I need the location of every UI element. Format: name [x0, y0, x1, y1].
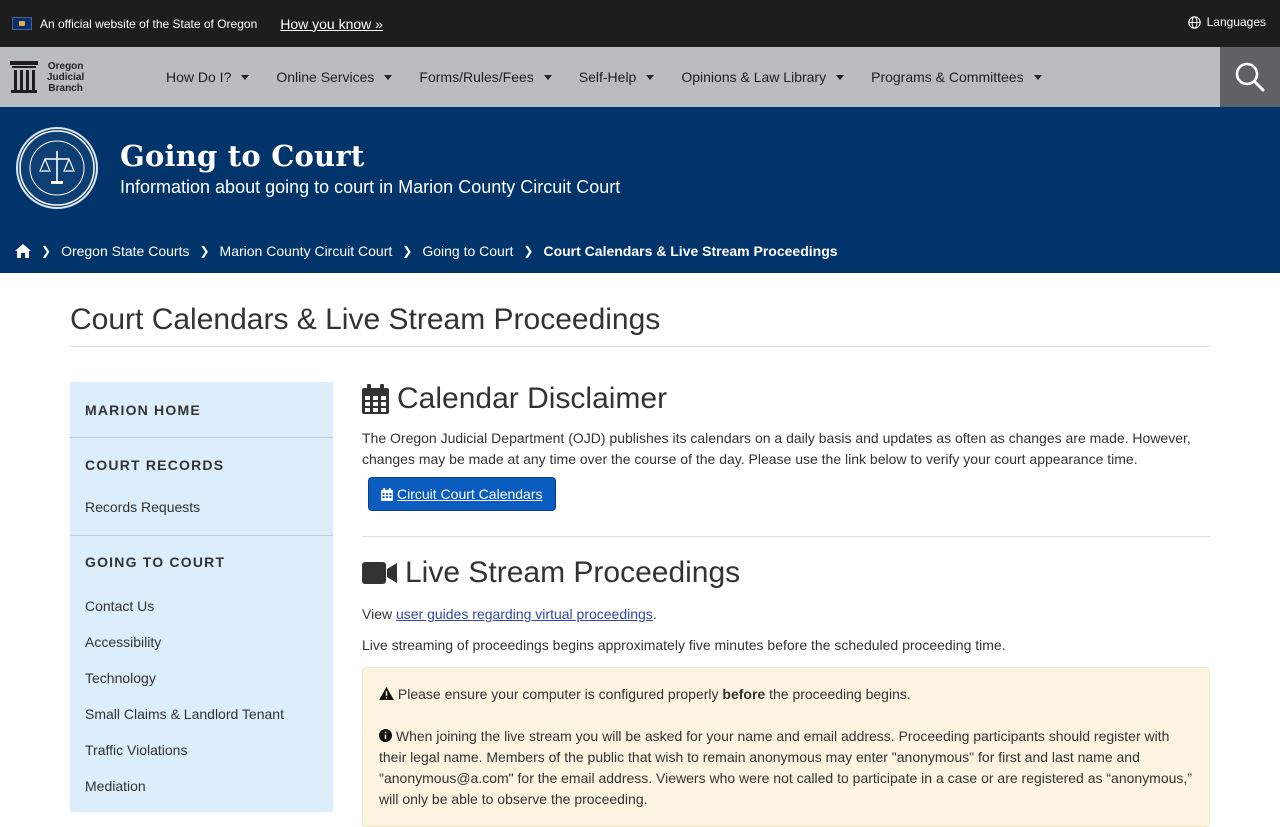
sidebar-mediation[interactable]: Mediation	[70, 778, 146, 794]
logo-text: Oregon Judicial Branch	[47, 60, 85, 94]
info-text: When joining the live stream you will be…	[379, 728, 1192, 807]
user-guides-link[interactable]: user guides regarding virtual proceeding…	[396, 606, 653, 622]
calendar-heading: Calendar Disclaimer	[362, 382, 1210, 416]
chevron-right-icon: ❯	[199, 244, 210, 258]
sidebar-marion-home[interactable]: MARION HOME	[70, 402, 201, 418]
view-guides-text: View user guides regarding virtual proce…	[362, 606, 657, 622]
nav-forms-rules-fees[interactable]: Forms/Rules/Fees	[419, 69, 552, 85]
chevron-right-icon: ❯	[402, 244, 413, 258]
flag-icon	[12, 17, 32, 30]
circuit-court-calendars-button[interactable]: Circuit Court Calendars	[368, 477, 556, 511]
caret-down-icon	[241, 74, 250, 80]
breadcrumb-current: Court Calendars & Live Stream Proceeding…	[543, 243, 838, 259]
hero-title: Going to Court	[120, 139, 365, 173]
breadcrumb-going-to-court[interactable]: Going to Court	[422, 243, 513, 259]
info-icon	[379, 729, 392, 742]
title-divider	[70, 346, 1210, 347]
sidebar-accessibility[interactable]: Accessibility	[70, 634, 161, 650]
nav-opinions-law-library[interactable]: Opinions & Law Library	[681, 69, 845, 85]
sidebar-records-requests[interactable]: Records Requests	[70, 499, 200, 515]
sidebar-technology[interactable]: Technology	[70, 670, 156, 686]
ojd-logo[interactable]: Oregon Judicial Branch	[0, 61, 166, 94]
breadcrumb-oregon-state-courts[interactable]: Oregon State Courts	[61, 243, 189, 259]
languages-label: Languages	[1206, 15, 1266, 29]
calendar-disclaimer-text: The Oregon Judicial Department (OJD) pub…	[362, 430, 1191, 467]
seal-icon	[16, 127, 98, 209]
official-banner: An official website of the State of Oreg…	[0, 0, 1280, 47]
official-text: An official website of the State of Oreg…	[40, 16, 258, 31]
sidebar: MARION HOME COURT RECORDS Records Reques…	[70, 382, 333, 812]
livestream-notice: Please ensure your computer is configure…	[362, 667, 1210, 827]
search-button[interactable]	[1220, 47, 1280, 107]
sidebar-going-to-court[interactable]: GOING TO COURT	[70, 554, 225, 570]
hero-subtitle: Information about going to court in Mari…	[120, 177, 621, 197]
sidebar-small-claims[interactable]: Small Claims & Landlord Tenant	[70, 706, 284, 722]
sidebar-contact-us[interactable]: Contact Us	[70, 598, 154, 614]
calendar-icon	[362, 384, 389, 414]
livestream-intro: Live streaming of proceedings begins app…	[362, 637, 1006, 653]
calendar-icon	[381, 487, 393, 501]
nav-online-services[interactable]: Online Services	[276, 69, 393, 85]
globe-icon	[1187, 15, 1201, 29]
main-content: Calendar Disclaimer The Oregon Judicial …	[362, 382, 1210, 827]
page-title: Court Calendars & Live Stream Proceeding…	[70, 303, 661, 336]
livestream-heading: Live Stream Proceedings	[362, 556, 1210, 590]
warning-text: Please ensure your computer is configure…	[379, 684, 1193, 705]
pillar-logo-icon	[10, 61, 38, 93]
nav-self-help[interactable]: Self-Help	[579, 69, 655, 85]
chevron-right-icon: ❯	[41, 244, 52, 258]
warning-icon	[379, 687, 394, 700]
home-icon[interactable]	[15, 244, 31, 258]
languages-button[interactable]: Languages	[1187, 15, 1266, 29]
hero-header: Going to Court Information about going t…	[0, 107, 1280, 273]
chevron-right-icon: ❯	[523, 244, 534, 258]
caret-down-icon	[836, 74, 845, 80]
breadcrumb-marion-county[interactable]: Marion County Circuit Court	[220, 243, 393, 259]
caret-down-icon	[384, 74, 393, 80]
search-icon	[1235, 62, 1265, 92]
section-divider	[362, 536, 1210, 537]
caret-down-icon	[1033, 74, 1042, 80]
main-nav: Oregon Judicial Branch How Do I? Online …	[0, 47, 1280, 107]
sidebar-traffic-violations[interactable]: Traffic Violations	[70, 742, 187, 758]
video-camera-icon	[362, 562, 397, 584]
caret-down-icon	[646, 74, 655, 80]
nav-programs-committees[interactable]: Programs & Committees	[871, 69, 1042, 85]
sidebar-court-records[interactable]: COURT RECORDS	[70, 457, 224, 473]
nav-how-do-i[interactable]: How Do I?	[166, 69, 250, 85]
caret-down-icon	[543, 74, 552, 80]
breadcrumb: ❯ Oregon State Courts ❯ Marion County Ci…	[15, 243, 838, 259]
how-you-know-link[interactable]: How you know »	[280, 16, 383, 32]
